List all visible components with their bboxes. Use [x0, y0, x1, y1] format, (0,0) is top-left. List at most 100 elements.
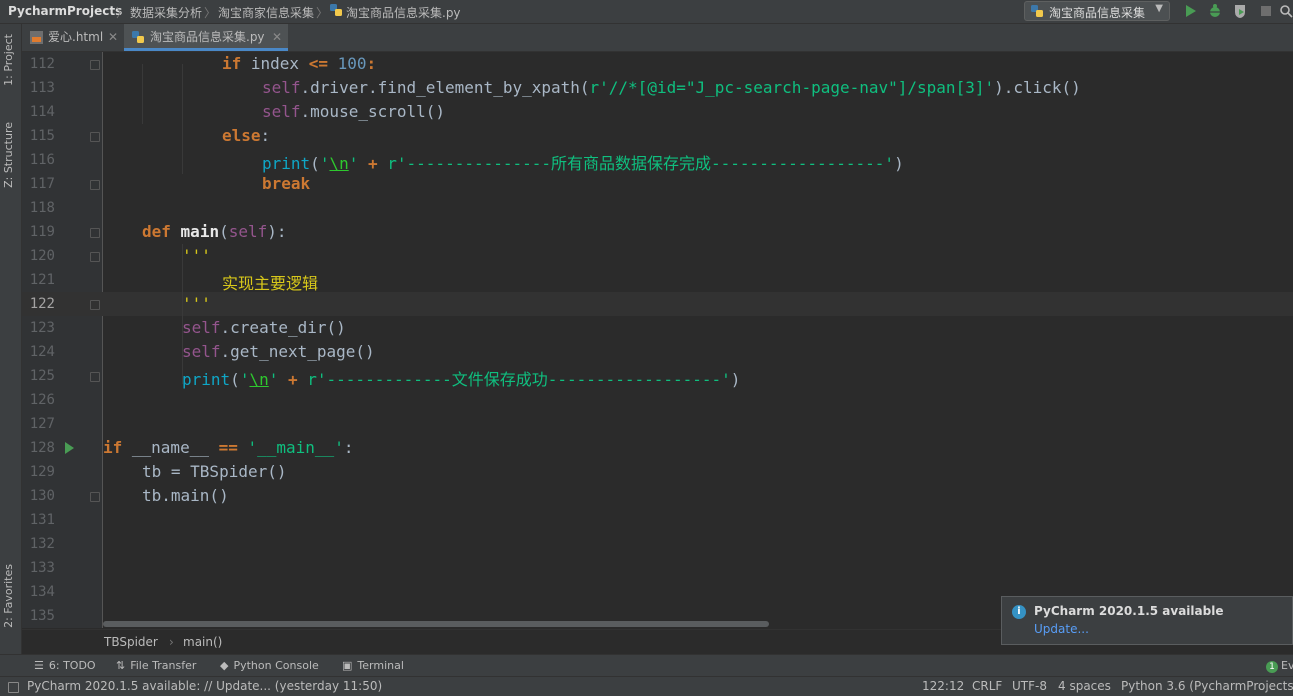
nav-crumb-file[interactable]: 淘宝商品信息采集.py: [346, 4, 461, 21]
horizontal-scrollbar[interactable]: [103, 621, 769, 627]
html-file-icon: [30, 31, 43, 44]
line-number: 113: [29, 80, 55, 96]
line-number: 130: [29, 488, 55, 504]
line-number: 116: [29, 152, 55, 168]
python-interpreter[interactable]: Python 3.6 (PycharmProjects): [1121, 679, 1293, 693]
fold-marker[interactable]: [90, 492, 100, 502]
bottom-tool-tabs: ☰ 6: TODO ⇅ File Transfer ◆ Python Console …: [0, 654, 1293, 677]
line-number-current: 122: [29, 296, 55, 312]
event-log-icon: 1: [1266, 661, 1278, 673]
fold-marker[interactable]: [90, 252, 100, 262]
code-line-113: self.driver.find_element_by_xpath(r'//*[…: [262, 78, 1081, 97]
tool-tab-python-console[interactable]: ◆ Python Console: [220, 659, 319, 672]
fold-marker[interactable]: [90, 180, 100, 190]
indent-setting[interactable]: 4 spaces: [1058, 679, 1111, 693]
search-everywhere-icon[interactable]: [1278, 3, 1293, 19]
fold-marker[interactable]: [90, 300, 100, 310]
update-link[interactable]: Update...: [1034, 622, 1089, 636]
line-number: 129: [29, 464, 55, 480]
code-editor[interactable]: [103, 52, 1293, 628]
tool-tab-structure[interactable]: Z: Structure: [2, 122, 15, 188]
line-number: 134: [29, 584, 55, 600]
line-number: 124: [29, 344, 55, 360]
run-gutter-icon[interactable]: [65, 442, 74, 454]
tab-heart-html[interactable]: 爱心.html ✕: [22, 24, 124, 51]
line-separator[interactable]: CRLF: [972, 679, 1002, 693]
line-number: 132: [29, 536, 55, 552]
line-number: 114: [29, 104, 55, 120]
status-bar: PyCharm 2020.1.5 available: // Update...…: [0, 676, 1293, 696]
editor-tab-bar: 爱心.html ✕ 淘宝商品信息采集.py ✕: [22, 24, 1293, 52]
nav-separator: 〉: [204, 6, 217, 20]
python-icon: [1031, 5, 1043, 17]
python-file-icon: [132, 31, 144, 43]
indent-guide: [182, 64, 183, 174]
transfer-icon: ⇅: [116, 659, 126, 672]
notification-title: PyCharm 2020.1.5 available: [1034, 604, 1224, 618]
code-line-114: self.mouse_scroll(): [262, 102, 446, 121]
debug-icon[interactable]: [1207, 3, 1223, 19]
run-icon[interactable]: [1182, 3, 1198, 19]
tool-tab-favorites[interactable]: 2: Favorites: [2, 564, 15, 628]
file-encoding[interactable]: UTF-8: [1012, 679, 1047, 693]
line-number: 123: [29, 320, 55, 336]
indent-guide: [182, 244, 183, 384]
line-number: 125: [29, 368, 55, 384]
caret-position[interactable]: 122:12: [922, 679, 964, 693]
tool-tab-terminal[interactable]: ▣ Terminal: [342, 659, 404, 672]
fold-marker[interactable]: [90, 60, 100, 70]
code-line-125: print('\n' + r'-------------文件保存成功------…: [182, 370, 741, 389]
update-notification: i PyCharm 2020.1.5 available Update...: [1001, 596, 1293, 645]
line-number: 120: [29, 248, 55, 264]
line-number: 127: [29, 416, 55, 432]
code-line-115: else:: [222, 126, 271, 145]
breadcrumb-method[interactable]: main(): [183, 635, 222, 649]
breadcrumb-separator: ›: [169, 635, 174, 649]
fold-marker[interactable]: [90, 372, 100, 382]
breadcrumb-class[interactable]: TBSpider: [104, 635, 158, 649]
chevron-down-icon: ▼: [1155, 3, 1163, 14]
info-icon: i: [1012, 605, 1026, 619]
run-with-coverage-icon[interactable]: [1232, 3, 1248, 19]
fold-marker[interactable]: [90, 228, 100, 238]
tab-taobao-py[interactable]: 淘宝商品信息采集.py ✕: [124, 24, 288, 51]
code-line-112: if index <= 100:: [222, 54, 377, 73]
tool-tab-file-transfer[interactable]: ⇅ File Transfer: [116, 659, 196, 672]
tool-window-toggle-icon[interactable]: [8, 682, 19, 693]
nav-separator: 〉: [316, 6, 329, 20]
tool-tab-event-log[interactable]: 1 Ev: [1266, 659, 1293, 673]
indent-guide: [142, 64, 143, 124]
code-line-122: ''': [182, 294, 211, 313]
current-line-highlight: [22, 292, 1293, 316]
stop-icon[interactable]: [1258, 3, 1274, 19]
run-configuration-label: 淘宝商品信息采集: [1049, 6, 1146, 20]
code-line-123: self.create_dir(): [182, 318, 346, 337]
line-number: 117: [29, 176, 55, 192]
code-line-129: tb = TBSpider(): [142, 462, 287, 481]
nav-crumb-subfolder[interactable]: 淘宝商家信息采集: [218, 4, 314, 21]
fold-marker[interactable]: [90, 132, 100, 142]
code-line-128: if __name__ == '__main__':: [103, 438, 354, 457]
line-number: 135: [29, 608, 55, 624]
code-line-120: ''': [182, 246, 211, 265]
python-icon: ◆: [220, 659, 229, 672]
nav-crumb-project[interactable]: PycharmProjects: [8, 4, 122, 18]
line-number: 126: [29, 392, 55, 408]
code-line-124: self.get_next_page(): [182, 342, 375, 361]
tab-label: 淘宝商品信息采集.py: [150, 30, 265, 44]
nav-crumb-folder[interactable]: 数据采集分析: [130, 4, 202, 21]
python-file-icon: [330, 4, 342, 16]
close-icon[interactable]: ✕: [108, 24, 118, 51]
line-number: 131: [29, 512, 55, 528]
left-tool-strip: 1: Project Z: Structure 2: Favorites: [0, 24, 22, 654]
status-message[interactable]: PyCharm 2020.1.5 available: // Update...…: [27, 679, 382, 693]
tool-tab-project[interactable]: 1: Project: [2, 34, 15, 86]
close-icon[interactable]: ✕: [272, 24, 282, 51]
line-number: 118: [29, 200, 55, 216]
line-number: 121: [29, 272, 55, 288]
tab-label: 爱心.html: [48, 30, 104, 44]
terminal-icon: ▣: [342, 659, 353, 672]
line-number: 115: [29, 128, 55, 144]
run-configuration-select[interactable]: 淘宝商品信息采集 ▼: [1024, 1, 1170, 21]
tool-tab-todo[interactable]: ☰ 6: TODO: [34, 659, 96, 672]
